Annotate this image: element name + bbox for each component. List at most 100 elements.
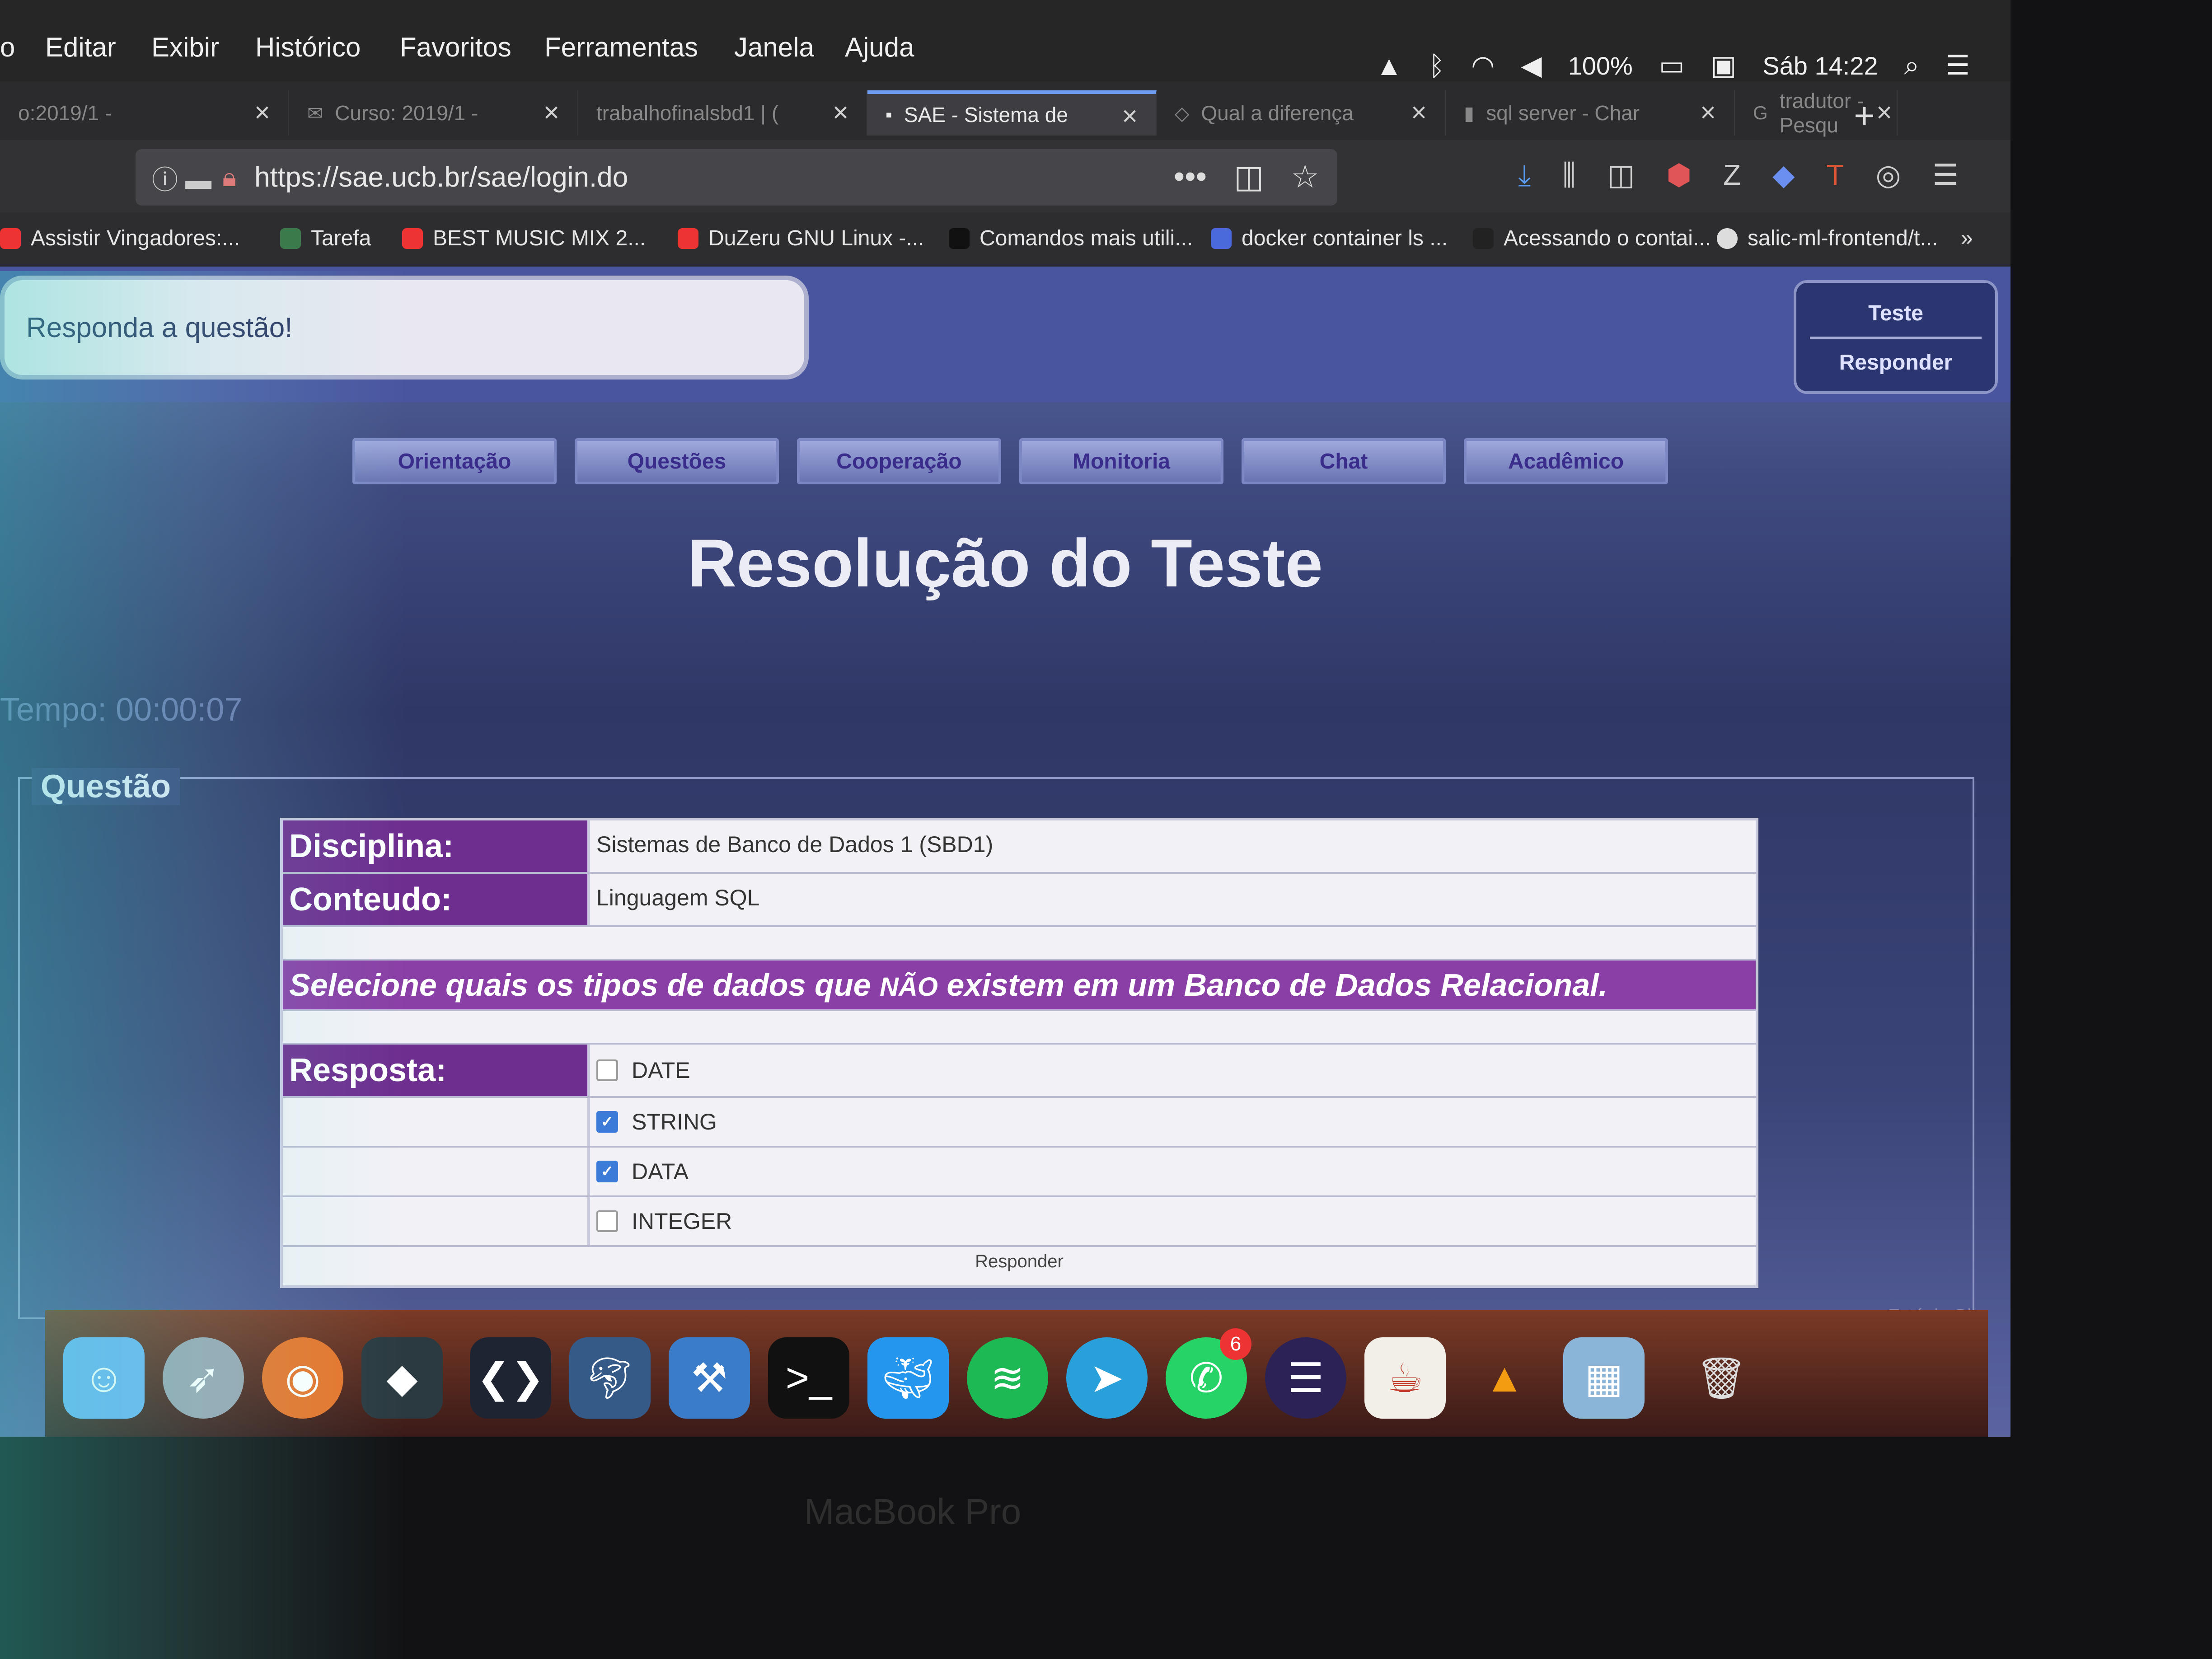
tab-2[interactable]: ✉ Curso: 2019/1 - ×: [289, 90, 578, 136]
page-actions-icon[interactable]: •••: [1174, 158, 1207, 195]
tab-5[interactable]: ◇ Qual a diferença ×: [1157, 90, 1446, 136]
battery-percent[interactable]: 100%: [1568, 51, 1633, 80]
close-icon[interactable]: ×: [254, 97, 270, 128]
teste-box[interactable]: Teste Responder: [1794, 280, 1998, 394]
trash-icon[interactable]: 🗑︎: [1681, 1337, 1762, 1419]
tab-3[interactable]: trabalhofinalsbd1 | ( ×: [578, 90, 867, 136]
menu-favoritos[interactable]: Favoritos: [400, 32, 511, 63]
new-tab-button[interactable]: +: [1854, 95, 1875, 136]
nav-cooperacao[interactable]: Cooperação: [797, 438, 1001, 484]
vlc-icon[interactable]: ▲: [1464, 1337, 1545, 1419]
bookmark-star-icon[interactable]: ☆: [1291, 158, 1319, 195]
terminal-icon[interactable]: >_: [768, 1337, 849, 1419]
nav-chat[interactable]: Chat: [1242, 438, 1446, 484]
bookmark-label: docker container ls ...: [1242, 226, 1448, 250]
notification-center-icon[interactable]: ☰: [1945, 50, 1970, 81]
menu-app-fragment[interactable]: o: [0, 32, 15, 63]
menu-historico[interactable]: Histórico: [255, 32, 361, 63]
zotero-icon[interactable]: Z: [1723, 158, 1741, 192]
close-icon[interactable]: ×: [1122, 100, 1138, 131]
bookmark-icon: [1211, 228, 1232, 249]
discipline-value: Sistemas de Banco de Dados 1 (SBD1): [596, 832, 994, 857]
option-date[interactable]: DATE: [590, 1045, 1756, 1096]
lock-icon[interactable]: 🔒︎: [222, 162, 236, 193]
wifi-icon[interactable]: ◠: [1471, 50, 1495, 81]
bookmark-item[interactable]: salic-ml-frontend/t...: [1717, 226, 1938, 251]
bookmark-item[interactable]: BEST MUSIC MIX 2...: [402, 226, 646, 251]
nav-orientacao[interactable]: Orientação: [352, 438, 557, 484]
info-icon[interactable]: ⓘ ▬: [152, 159, 211, 197]
download-icon[interactable]: ⤓: [1518, 158, 1531, 192]
question-text-emphasis: NÃO: [879, 972, 938, 1002]
checkbox-data[interactable]: ✓: [596, 1161, 618, 1182]
xcode-icon[interactable]: ⚒: [669, 1337, 750, 1419]
java-icon[interactable]: ☕︎: [1364, 1337, 1446, 1419]
volume-icon[interactable]: ◀: [1521, 50, 1542, 81]
extension-icon[interactable]: T: [1826, 158, 1844, 192]
bluetooth-icon[interactable]: ᛒ: [1429, 50, 1445, 81]
spotify-icon[interactable]: ≋: [967, 1337, 1048, 1419]
responder-button[interactable]: Responder: [975, 1251, 1064, 1271]
finder-icon[interactable]: ☺: [63, 1337, 145, 1419]
option-integer[interactable]: INTEGER: [590, 1197, 1756, 1245]
close-icon[interactable]: ×: [833, 97, 848, 128]
nav-monitoria[interactable]: Monitoria: [1019, 438, 1223, 484]
eclipse-icon[interactable]: ☰: [1265, 1337, 1346, 1419]
mysql-workbench-icon[interactable]: 🐬︎: [569, 1337, 651, 1419]
sublime-icon[interactable]: ◆: [361, 1337, 443, 1419]
menu-janela[interactable]: Janela: [734, 32, 814, 63]
clock[interactable]: Sáb 14:22: [1762, 51, 1878, 80]
close-icon[interactable]: ×: [1700, 97, 1716, 128]
nav-academico[interactable]: Acadêmico: [1464, 438, 1668, 484]
tab-title: o:2019/1 -: [18, 101, 112, 125]
menu-ferramentas[interactable]: Ferramentas: [544, 32, 698, 63]
launchpad-icon[interactable]: ➶: [163, 1337, 244, 1419]
library-icon[interactable]: ⫼: [1562, 158, 1575, 192]
menu-ajuda[interactable]: Ajuda: [845, 32, 914, 63]
whatsapp-icon[interactable]: ✆ 6: [1166, 1328, 1251, 1419]
nav-questoes[interactable]: Questões: [575, 438, 779, 484]
pocket-icon[interactable]: ◫: [1234, 158, 1264, 195]
battery-icon[interactable]: ▭: [1659, 50, 1685, 81]
close-icon[interactable]: ×: [544, 97, 559, 128]
bookmark-item[interactable]: Assistir Vingadores:...: [0, 226, 240, 251]
menu-editar[interactable]: Editar: [45, 32, 116, 63]
bookmark-item[interactable]: Comandos mais utili...: [949, 226, 1193, 251]
close-icon[interactable]: ×: [1411, 97, 1427, 128]
option-string[interactable]: ✓ STRING: [590, 1098, 1756, 1146]
moodle-icon: ✉: [307, 102, 323, 124]
preview-icon[interactable]: ▦: [1563, 1337, 1645, 1419]
vlc-status-icon[interactable]: ▲: [1376, 50, 1402, 81]
bookmark-item[interactable]: Tarefa: [280, 226, 371, 251]
vscode-icon[interactable]: ❮❯: [470, 1337, 551, 1419]
timer: Tempo: 00:00:07: [0, 692, 243, 728]
youtube-icon: [0, 228, 21, 249]
bookmark-item[interactable]: DuZeru GNU Linux -...: [678, 226, 924, 251]
more-bookmarks-icon[interactable]: »: [1961, 226, 1973, 251]
tab-6[interactable]: ▮ sql server - Char ×: [1446, 90, 1735, 136]
checkbox-date[interactable]: [596, 1059, 618, 1081]
calendar-icon[interactable]: ▣: [1711, 50, 1737, 81]
tab-sae-active[interactable]: ▪ SAE - Sistema de ×: [867, 90, 1157, 136]
hamburger-menu-icon[interactable]: ☰: [1932, 158, 1958, 192]
url-bar[interactable]: ⓘ ▬ 🔒︎ https://sae.ucb.br/sae/login.do •…: [136, 149, 1337, 206]
tab-1[interactable]: o:2019/1 - ×: [0, 90, 289, 136]
close-icon[interactable]: ×: [1876, 97, 1892, 128]
checkbox-string[interactable]: ✓: [596, 1111, 618, 1133]
sync-icon[interactable]: ◎: [1876, 158, 1901, 192]
sidebar-icon[interactable]: ◫: [1607, 158, 1635, 192]
menu-exibir[interactable]: Exibir: [151, 32, 219, 63]
option-data[interactable]: ✓ DATA: [590, 1148, 1756, 1195]
bookmark-item[interactable]: docker container ls ...: [1211, 226, 1448, 251]
teste-responder-link[interactable]: Responder: [1796, 350, 1995, 375]
docker-icon[interactable]: 🐳︎: [867, 1337, 949, 1419]
abp-icon[interactable]: ⬢: [1666, 158, 1692, 192]
bookmark-item[interactable]: Acessando o contai...: [1473, 226, 1711, 251]
url-text[interactable]: https://sae.ucb.br/sae/login.do: [254, 161, 628, 193]
answer-row: INTEGER: [283, 1197, 1756, 1247]
telegram-icon[interactable]: ➤: [1066, 1337, 1148, 1419]
translate-icon[interactable]: ◆: [1772, 158, 1795, 192]
spotlight-search-icon[interactable]: ⌕: [1904, 50, 1920, 81]
checkbox-integer[interactable]: [596, 1210, 618, 1232]
firefox-icon[interactable]: ◉: [262, 1337, 343, 1419]
